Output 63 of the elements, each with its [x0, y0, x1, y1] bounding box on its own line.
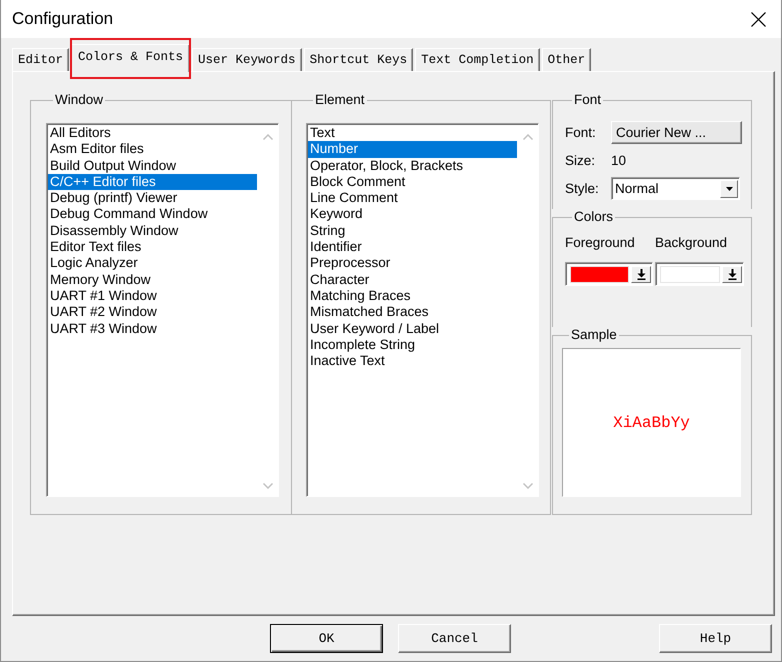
color-dropdown[interactable] — [565, 262, 653, 286]
color-dropdown[interactable] — [655, 262, 744, 286]
list-item[interactable]: Editor Text files — [48, 239, 257, 256]
list-item[interactable]: Mismatched Braces — [308, 304, 517, 321]
tab[interactable]: Other — [542, 48, 592, 71]
window-list[interactable] — [46, 123, 279, 497]
list-item[interactable]: Line Comment — [308, 190, 517, 206]
list-item[interactable]: Inactive Text — [308, 353, 517, 370]
list-item[interactable]: Keyword — [308, 206, 517, 223]
list-item[interactable]: Build Output Window — [48, 158, 257, 174]
dialog-button[interactable]: Cancel — [398, 624, 511, 653]
color-label: Background — [655, 235, 728, 251]
sample-text: XiAaBbYy — [613, 414, 690, 432]
dropdown-button[interactable] — [631, 266, 651, 283]
color-label: Foreground — [565, 235, 636, 251]
group-label: Window — [54, 92, 104, 108]
group-label: Font — [573, 92, 602, 108]
list-item[interactable]: Incomplete String — [308, 336, 517, 354]
tab[interactable]: User Keywords — [192, 48, 302, 71]
list-item[interactable]: Preprocessor — [308, 255, 517, 272]
window-title: Configuration — [12, 9, 114, 29]
style-dropdown[interactable]: Normal — [611, 177, 740, 200]
tab[interactable]: Editor — [12, 48, 70, 71]
size-label: Size: — [565, 153, 596, 168]
dropdown-button[interactable] — [722, 266, 742, 283]
list-item[interactable]: Operator, Block, Brackets — [308, 158, 517, 174]
list-item[interactable]: Text — [308, 125, 517, 142]
list-item[interactable]: String — [308, 222, 517, 240]
tab[interactable]: Shortcut Keys — [304, 48, 414, 71]
list-item[interactable]: Identifier — [308, 239, 517, 256]
list-item[interactable]: Logic Analyzer — [48, 255, 257, 272]
list-item[interactable]: Memory Window — [48, 272, 257, 288]
list-item[interactable]: UART #1 Window — [48, 288, 257, 304]
size-value: 10 — [611, 153, 628, 168]
caret-down-icon — [726, 187, 732, 191]
list-item[interactable]: Disassembly Window — [48, 222, 257, 240]
tab[interactable]: Colors & Fonts — [71, 44, 190, 72]
list-item[interactable]: Block Comment — [308, 174, 517, 190]
list-item[interactable]: Debug (printf) Viewer — [48, 190, 257, 206]
group-label: Element — [314, 92, 366, 108]
font-button[interactable]: Courier New ... — [611, 121, 742, 144]
element-list[interactable]: Text Number Operator, Block, Brackets Block Comment Line Comment Keyword String Identifier Preprocessor Character Matching Braces Mismatched Braces User Keyword / Label Incomplete String Inactive Text — [306, 123, 539, 497]
list-item[interactable]: Debug Command Window — [48, 206, 257, 223]
font-label: Font: — [565, 125, 597, 140]
list-item[interactable]: UART #2 Window — [48, 304, 257, 321]
dropdown-button[interactable] — [720, 180, 738, 198]
list-item[interactable]: User Keyword / Label — [308, 320, 517, 337]
list-item[interactable]: Matching Braces — [308, 288, 517, 304]
style-label: Style: — [565, 181, 600, 196]
list-item[interactable]: C/C++ Editor files — [48, 174, 257, 190]
list-item[interactable]: All Editors — [48, 125, 257, 142]
group-label: Colors — [573, 209, 614, 225]
list-item[interactable]: Number — [308, 141, 517, 158]
group-label: Sample — [570, 327, 618, 343]
dialog-button[interactable]: OK — [270, 624, 383, 653]
dialog-button[interactable]: Help — [659, 624, 772, 653]
list-item[interactable]: Character — [308, 272, 517, 288]
arrow-down-bar-icon — [636, 269, 646, 280]
tab[interactable]: Text Completion — [415, 48, 540, 71]
list-item[interactable]: UART #3 Window — [48, 320, 257, 337]
close-icon — [750, 12, 766, 26]
arrow-down-bar-icon — [728, 269, 736, 280]
list-item[interactable]: Asm Editor files — [48, 141, 257, 158]
